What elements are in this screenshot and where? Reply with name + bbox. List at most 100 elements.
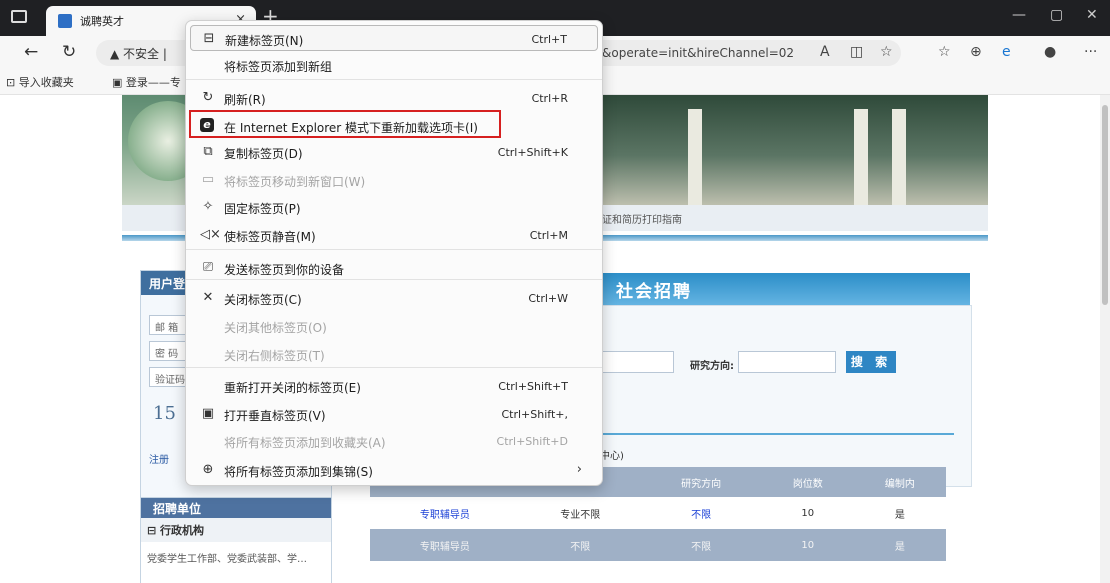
menu-item-label: 将标签页添加到新组 [224, 60, 333, 74]
login-favorite-link[interactable]: ▣ 登录——专 [112, 74, 181, 90]
menu-item-shortcut: Ctrl+W [528, 292, 568, 305]
new-tab-icon: ⊟ [203, 31, 215, 46]
dept-link[interactable]: 党委学生工作部、党委武装部、学… [141, 542, 331, 573]
menu-item-label: 关闭右侧标签页(T) [224, 349, 325, 363]
menu-item-12[interactable]: 重新打开关闭的标签页(E) Ctrl+Shift+T [190, 373, 598, 399]
table-cell: 专业不限 [519, 497, 641, 529]
import-label: 导入收藏夹 [18, 76, 74, 89]
research-direction-label: 研究方向: [690, 361, 734, 372]
close-window-button[interactable]: ✕ [1086, 7, 1098, 23]
read-aloud-icon[interactable]: A [820, 44, 830, 60]
menu-item-shortcut: Ctrl+R [531, 92, 568, 105]
menu-item-label: 发送标签页到你的设备 [224, 263, 345, 277]
menu-item-2[interactable]: ↻ 刷新(R) Ctrl+R [190, 85, 598, 111]
menu-item-6[interactable]: ✧ 固定标签页(P) [190, 194, 598, 220]
refresh-icon: ↻ [202, 90, 214, 105]
tab-actions-icon[interactable] [11, 10, 27, 23]
menu-item-10: 关闭其他标签页(O) [190, 313, 598, 339]
research-direction-input[interactable] [738, 351, 836, 373]
campus-gate-photo [592, 95, 988, 205]
print-guide-link[interactable]: 考证和简历打印指南 [592, 211, 682, 226]
collections-icon[interactable]: ⊕ [970, 44, 982, 60]
menu-item-7[interactable]: ◁× 使标签页静音(M) Ctrl+M [190, 222, 598, 248]
table-cell: 10 [761, 497, 854, 529]
menu-separator [186, 249, 602, 250]
register-link[interactable]: 注册 [149, 451, 169, 466]
job-title-link[interactable]: 专职辅导员 [370, 529, 520, 561]
mute-icon: ◁× [200, 227, 221, 242]
table-cell: 是 [853, 529, 946, 561]
refresh-icon[interactable]: ↻ [62, 42, 76, 62]
social-recruit-title: 社会招聘 [616, 282, 692, 302]
admin-org-item[interactable]: ⊟ 行政机构 [141, 518, 331, 542]
menu-item-8[interactable]: ⎚ 发送标签页到你的设备 [190, 255, 598, 281]
url-text: &operate=init&hireChannel=02 [602, 46, 795, 60]
chevron-right-icon: › [576, 462, 582, 477]
more-menu-icon[interactable]: ··· [1084, 44, 1097, 60]
favorites-icon[interactable]: ☆ [938, 44, 951, 60]
captcha-image[interactable]: 15 [153, 403, 176, 424]
menu-item-shortcut: Ctrl+Shift+, [501, 408, 568, 421]
menu-item-shortcut: Ctrl+M [529, 229, 568, 242]
menu-item-1[interactable]: 将标签页添加到新组 [190, 52, 598, 78]
menu-item-label: 复制标签页(D) [224, 147, 303, 161]
menu-item-14: 将所有标签页添加到收藏夹(A) Ctrl+Shift+D [190, 428, 598, 454]
menu-item-11: 关闭右侧标签页(T) [190, 341, 598, 367]
tab-title: 诚聘英才 [80, 15, 124, 28]
direction-link[interactable]: 不限 [640, 497, 762, 529]
menu-separator [186, 79, 602, 80]
menu-item-13[interactable]: ▣ 打开垂直标签页(V) Ctrl+Shift+, [190, 401, 598, 427]
admin-org-label: 行政机构 [160, 524, 205, 537]
table-row: 专职辅导员 不限 不限 10 是 [370, 529, 946, 561]
menu-item-15[interactable]: ⊕ 将所有标签页添加到集锦(S) › [190, 457, 598, 483]
menu-item-label: 固定标签页(P) [224, 202, 301, 216]
menu-item-shortcut: Ctrl+T [531, 33, 567, 46]
menu-item-5: ▭ 将标签页移动到新窗口(W) [190, 167, 598, 193]
menu-item-label: 新建标签页(N) [225, 34, 304, 48]
minimize-button[interactable]: — [1012, 7, 1026, 23]
duplicate-icon: ⧉ [203, 144, 213, 159]
scroll-thumb[interactable] [1102, 105, 1108, 305]
send-device-icon: ⎚ [202, 260, 214, 275]
center-label: 中心) [600, 451, 624, 462]
split-screen-icon[interactable]: ◫ [850, 44, 863, 60]
job-title-link[interactable]: 专职辅导员 [370, 497, 520, 529]
search-panel [600, 305, 972, 487]
col-header: 岗位数 [761, 467, 854, 497]
vertical-tabs-icon: ▣ [201, 406, 215, 421]
menu-item-label: 关闭其他标签页(O) [224, 321, 327, 335]
col-header: 编制内 [853, 467, 946, 497]
menu-item-label: 刷新(R) [224, 93, 266, 107]
social-recruit-banner: 社会招聘 [600, 273, 970, 305]
ie-mode-icon[interactable]: e [1002, 44, 1011, 60]
pin-icon: ✧ [202, 199, 214, 214]
close-icon: ✕ [202, 290, 214, 305]
menu-item-label: 关闭标签页(C) [224, 293, 302, 307]
keyword-input[interactable] [600, 351, 674, 373]
direction-link[interactable]: 不限 [640, 529, 762, 561]
menu-item-label: 打开垂直标签页(V) [224, 409, 326, 423]
table-cell: 10 [761, 529, 854, 561]
recruit-unit-panel: 招聘单位 ⊟ 行政机构 党委学生工作部、党委武装部、学… [140, 497, 332, 583]
collections-icon: ⊕ [202, 462, 214, 477]
table-cell: 是 [853, 497, 946, 529]
col-header: 研究方向 [640, 467, 762, 497]
page-scrollbar[interactable] [1100, 95, 1110, 583]
profile-avatar[interactable]: ● [1044, 44, 1056, 60]
section-divider [600, 433, 954, 435]
menu-item-label: 将标签页移动到新窗口(W) [224, 175, 366, 189]
site-favicon-icon [58, 14, 72, 28]
back-icon[interactable]: ← [24, 42, 38, 62]
recruit-unit-header: 招聘单位 [141, 498, 331, 518]
favorite-star-icon[interactable]: ☆ [880, 44, 893, 60]
security-warning[interactable]: ▲ 不安全 | [110, 45, 167, 62]
menu-item-label: 将所有标签页添加到集锦(S) [224, 465, 373, 479]
maximize-button[interactable]: ▢ [1050, 7, 1063, 23]
menu-item-9[interactable]: ✕ 关闭标签页(C) Ctrl+W [190, 285, 598, 311]
import-favorites-link[interactable]: ⊡ 导入收藏夹 [6, 74, 74, 90]
menu-item-4[interactable]: ⧉ 复制标签页(D) Ctrl+Shift+K [190, 139, 598, 165]
menu-item-shortcut: Ctrl+Shift+D [496, 435, 568, 448]
menu-item-0[interactable]: ⊟ 新建标签页(N) Ctrl+T [190, 25, 598, 51]
search-button[interactable]: 搜 索 [846, 351, 896, 373]
menu-separator [186, 367, 602, 368]
